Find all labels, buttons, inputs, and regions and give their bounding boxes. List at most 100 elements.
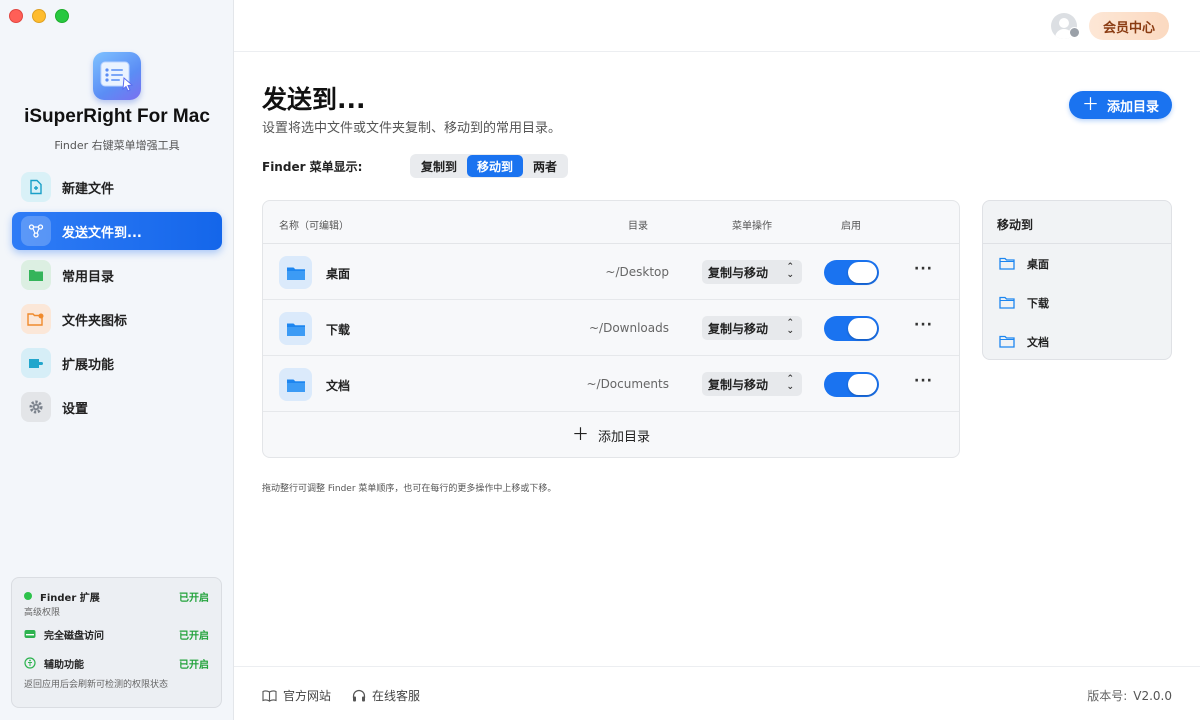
app-subtitle: Finder 右键菜单增强工具 [54, 139, 180, 152]
headphones-icon [352, 689, 366, 702]
enabled-toggle[interactable] [824, 316, 879, 341]
menu-action-select[interactable]: 复制与移动 ⌃ ⌄ [702, 316, 802, 340]
sidebar-item-label: 常用目录 [62, 269, 115, 285]
chevron-up-down-icon: ⌃ ⌄ [786, 318, 794, 336]
folder-icon [21, 260, 51, 290]
row-name[interactable]: 下载 [326, 321, 350, 338]
segment-both[interactable]: 两者 [523, 155, 567, 177]
full-disk-access-state: 已开启 [179, 630, 209, 642]
minimize-window-button[interactable] [32, 9, 46, 23]
folder-outline-icon [999, 335, 1015, 348]
chevron-up-down-icon: ⌃ ⌄ [786, 262, 794, 280]
table-row[interactable]: 下载 ~/Downloads 复制与移动 ⌃ ⌄ ··· [263, 300, 959, 356]
permissions-note: 返回应用后会刷新可检测的权限状态 [24, 680, 169, 690]
official-website-link[interactable]: 官方网站 [262, 687, 331, 704]
menu-action-value: 复制与移动 [708, 377, 769, 392]
table-row[interactable]: 桌面 ~/Desktop 复制与移动 ⌃ ⌄ ··· [263, 244, 959, 300]
finder-extension-label: Finder 扩展 [40, 592, 100, 604]
sidebar-item-new-file[interactable]: 新建文件 [12, 168, 222, 206]
window-controls [9, 9, 69, 23]
folder-icon [279, 256, 312, 289]
full-disk-access-status[interactable]: 完全磁盘访问 已开启 [24, 626, 209, 642]
version-label: 版本号: [1087, 689, 1128, 703]
preview-item-label: 文档 [1027, 335, 1049, 349]
table-row[interactable]: 文档 ~/Documents 复制与移动 ⌃ ⌄ ··· [263, 356, 959, 412]
folder-outline-icon [999, 296, 1015, 309]
new-file-icon [21, 172, 51, 202]
finder-extension-status: Finder 扩展 已开启 [24, 588, 209, 604]
menu-action-value: 复制与移动 [708, 321, 769, 336]
more-actions-icon[interactable]: ··· [914, 373, 933, 389]
footer: 官方网站 在线客服 版本号: V2.0.0 [234, 666, 1200, 720]
app-logo [93, 52, 141, 100]
sidebar-item-folder-icon[interactable]: 文件夹图标 [12, 300, 222, 338]
close-window-button[interactable] [9, 9, 23, 23]
preview-item: 桌面 [983, 244, 1171, 283]
folder-image-icon [21, 304, 51, 334]
enabled-toggle[interactable] [824, 372, 879, 397]
sidebar-item-label: 扩展功能 [62, 357, 115, 373]
directories-table: 名称（可编辑） 目录 菜单操作 启用 桌面 ~/Desktop 复制与移动 ⌃ ⌄… [262, 200, 960, 458]
column-header-name: 名称（可编辑） [279, 221, 349, 232]
disk-icon [24, 628, 36, 640]
add-directory-row-label: 添加目录 [597, 429, 650, 445]
enabled-toggle[interactable] [824, 260, 879, 285]
menu-action-select[interactable]: 复制与移动 ⌃ ⌄ [702, 260, 802, 284]
sidebar-item-settings[interactable]: 设置 [12, 388, 222, 426]
folder-outline-icon [999, 257, 1015, 270]
folder-icon [279, 368, 312, 401]
page-title: 发送到... [262, 85, 366, 114]
table-header: 名称（可编辑） 目录 菜单操作 启用 [263, 201, 959, 244]
preview-item-label: 下载 [1027, 296, 1049, 310]
share-nodes-icon [21, 216, 51, 246]
sidebar-item-label: 新建文件 [62, 181, 115, 197]
column-header-enabled: 启用 [841, 221, 861, 232]
more-actions-icon[interactable]: ··· [914, 317, 933, 333]
menu-action-value: 复制与移动 [708, 265, 769, 280]
row-name[interactable]: 桌面 [326, 265, 350, 282]
permissions-card: Finder 扩展 已开启 高级权限 完全磁盘访问 已开启 辅助功能 已开启 返… [11, 577, 222, 708]
avatar-status-badge [1069, 27, 1080, 38]
preview-item-label: 桌面 [1027, 257, 1049, 271]
menu-action-select[interactable]: 复制与移动 ⌃ ⌄ [702, 372, 802, 396]
accessibility-status[interactable]: 辅助功能 已开启 [24, 655, 209, 671]
menu-preview-panel: 移动到 桌面 下载 文档 [982, 200, 1172, 360]
chevron-up-down-icon: ⌃ ⌄ [786, 374, 794, 392]
preview-item: 下载 [983, 283, 1171, 322]
sidebar-nav: 新建文件 发送文件到... 常用目录 文件夹图标 扩展功能 设置 [12, 168, 222, 432]
row-path: ~/Documents [586, 377, 669, 391]
sidebar: iSuperRight For Mac Finder 右键菜单增强工具 新建文件… [0, 0, 234, 720]
sidebar-item-send-to[interactable]: 发送文件到... [12, 212, 222, 250]
vip-center-button[interactable]: 会员中心 [1089, 12, 1169, 40]
sidebar-item-label: 发送文件到... [62, 225, 142, 241]
online-support-label: 在线客服 [372, 689, 421, 703]
version-number: V2.0.0 [1133, 689, 1172, 703]
puzzle-icon [21, 348, 51, 378]
book-icon [262, 689, 277, 702]
status-dot [24, 592, 32, 600]
version-info: 版本号: V2.0.0 [1087, 687, 1172, 704]
online-support-link[interactable]: 在线客服 [352, 687, 420, 704]
row-name[interactable]: 文档 [326, 377, 350, 394]
segment-copy-to[interactable]: 复制到 [411, 155, 467, 177]
column-header-directory: 目录 [628, 221, 648, 232]
advanced-permissions-label: 高级权限 [24, 608, 61, 618]
accessibility-label: 辅助功能 [44, 659, 84, 671]
add-directory-row-button[interactable]: ＋ 添加目录 [263, 412, 959, 457]
full-disk-access-label: 完全磁盘访问 [44, 630, 104, 642]
more-actions-icon[interactable]: ··· [914, 261, 933, 277]
add-directory-button[interactable]: ＋ 添加目录 [1069, 91, 1172, 119]
sidebar-item-extensions[interactable]: 扩展功能 [12, 344, 222, 382]
reorder-hint: 拖动整行可调整 Finder 菜单顺序，也可在每行的更多操作中上移或下移。 [262, 484, 557, 494]
segment-move-to[interactable]: 移动到 [467, 155, 524, 177]
app-name: iSuperRight For Mac [24, 106, 210, 127]
accessibility-icon [24, 657, 36, 669]
add-directory-label: 添加目录 [1106, 99, 1159, 115]
sidebar-item-label: 设置 [62, 401, 89, 417]
row-path: ~/Downloads [589, 321, 669, 335]
finder-extension-state: 已开启 [179, 592, 209, 604]
gear-icon [21, 392, 51, 422]
page-description: 设置将选中文件或文件夹复制、移动到的常用目录。 [262, 121, 562, 136]
sidebar-item-common-dirs[interactable]: 常用目录 [12, 256, 222, 294]
zoom-window-button[interactable] [55, 9, 69, 23]
